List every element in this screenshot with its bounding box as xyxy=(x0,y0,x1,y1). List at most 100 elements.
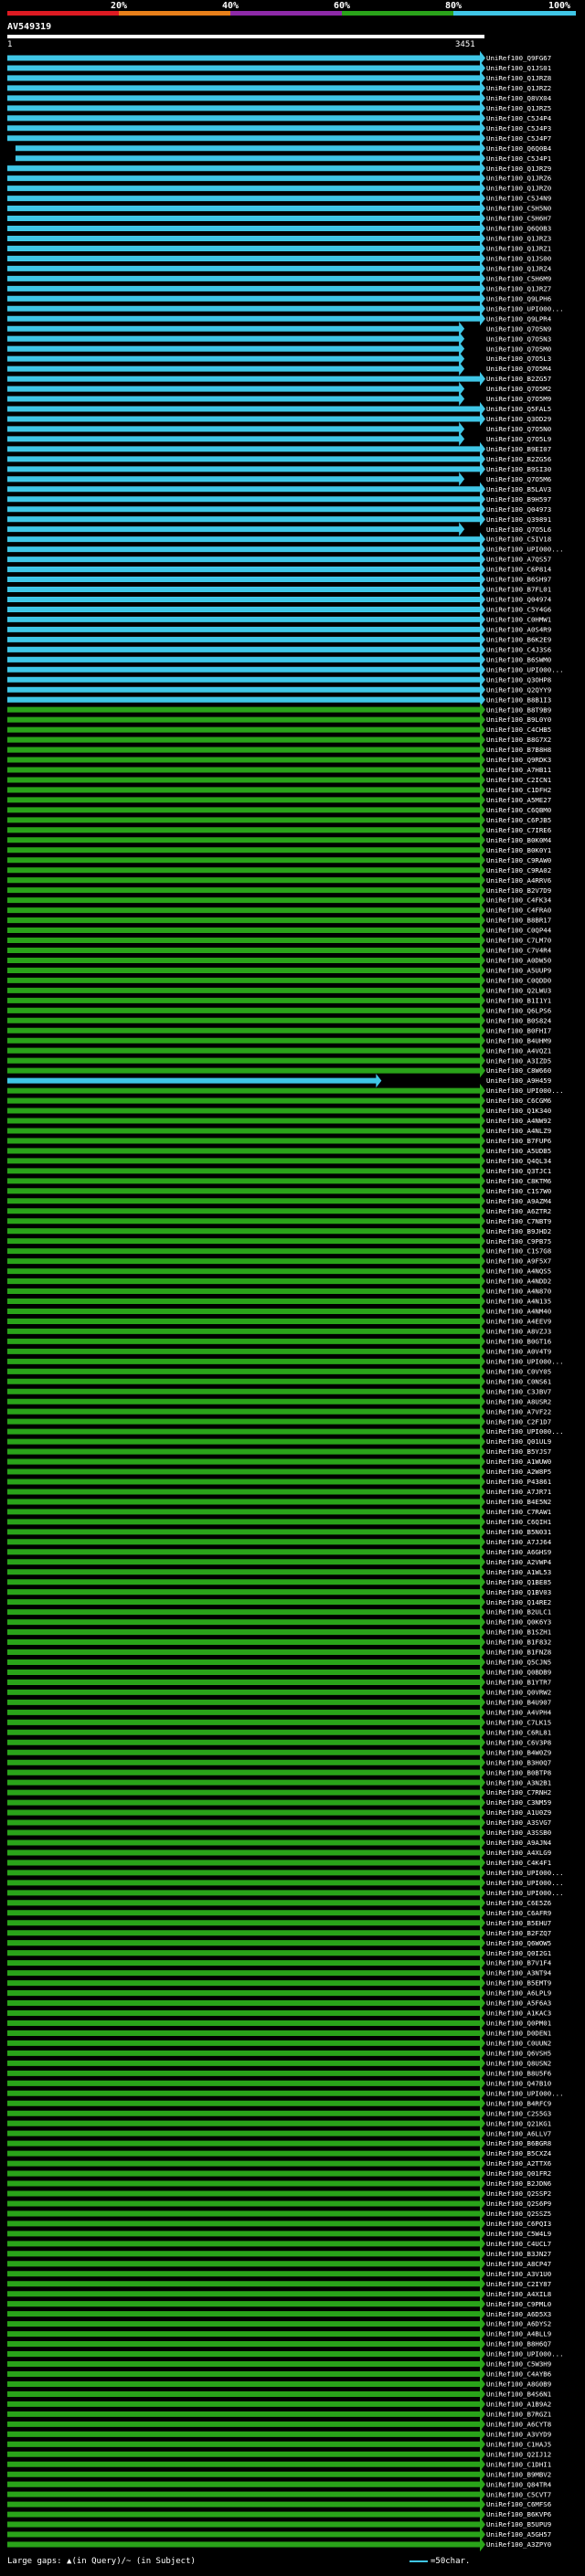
hit-label[interactable]: UniRef100_C7NBT9 xyxy=(486,1217,551,1225)
hit-label[interactable]: UniRef100_B6K2E9 xyxy=(486,635,551,643)
hit-label[interactable]: UniRef100_B5N031 xyxy=(486,1528,551,1536)
hit-label[interactable]: UniRef100_C9PB75 xyxy=(486,1237,551,1246)
hit-label[interactable]: UniRef100_C9RA02 xyxy=(486,866,551,875)
hit-label[interactable]: UniRef100_A4VPH4 xyxy=(486,1708,552,1716)
hit-label[interactable]: UniRef100_C5IV18 xyxy=(486,535,551,544)
hit-label[interactable]: UniRef100_UPI000... xyxy=(486,1427,564,1436)
hit-label[interactable]: UniRef100_Q04973 xyxy=(486,505,551,514)
hit-label[interactable]: UniRef100_Q1JS01 xyxy=(486,64,551,72)
hit-label[interactable]: UniRef100_B5EHU7 xyxy=(486,1919,551,1927)
hit-label[interactable]: UniRef100_B4RFC9 xyxy=(486,2099,551,2107)
hit-label[interactable]: UniRef100_B0K0Y1 xyxy=(486,846,551,854)
hit-label[interactable]: UniRef100_A6ZTR2 xyxy=(486,1207,551,1215)
hit-label[interactable]: UniRef100_A3VYD9 xyxy=(486,2430,551,2438)
hit-label[interactable]: UniRef100_Q8VX04 xyxy=(486,94,552,102)
hit-label[interactable]: UniRef100_C9PML0 xyxy=(486,2300,551,2308)
hit-label[interactable]: UniRef100_C5J4P3 xyxy=(486,124,551,133)
hit-label[interactable]: UniRef100_A3NT94 xyxy=(486,1969,552,1977)
hit-label[interactable]: UniRef100_C0UUN2 xyxy=(486,2040,551,2048)
hit-label[interactable]: UniRef100_Q1JRZ1 xyxy=(486,245,551,253)
hit-label[interactable]: UniRef100_C5J4N9 xyxy=(486,195,551,203)
hit-label[interactable]: UniRef100_Q7O5N0 xyxy=(486,425,551,433)
hit-label[interactable]: UniRef100_A4NW92 xyxy=(486,1117,551,1125)
hit-label[interactable]: UniRef100_A1B9A2 xyxy=(486,2401,551,2409)
hit-label[interactable]: UniRef100_Q7O5L6 xyxy=(486,525,551,534)
hit-label[interactable]: UniRef100_B1SZH1 xyxy=(486,1628,551,1637)
hit-label[interactable]: UniRef100_Q84TR4 xyxy=(486,2480,552,2488)
hit-label[interactable]: UniRef100_C3NM59 xyxy=(486,1798,551,1807)
hit-label[interactable]: UniRef100_C4K4F1 xyxy=(486,1859,551,1867)
hit-label[interactable]: UniRef100_B2ULC1 xyxy=(486,1608,551,1617)
hit-label[interactable]: UniRef100_B2ZG57 xyxy=(486,375,551,383)
hit-label[interactable]: UniRef100_C0HMW1 xyxy=(486,616,551,624)
hit-label[interactable]: UniRef100_Q7O5M4 xyxy=(486,365,552,373)
hit-label[interactable]: UniRef100_Q0PM01 xyxy=(486,2019,551,2028)
hit-label[interactable]: UniRef100_Q2IJ12 xyxy=(486,2450,551,2458)
hit-label[interactable]: UniRef100_Q6Q0B4 xyxy=(486,144,552,153)
hit-label[interactable]: UniRef100_A1WL53 xyxy=(486,1568,551,1576)
hit-label[interactable]: UniRef100_C4AYB6 xyxy=(486,2370,551,2379)
hit-label[interactable]: UniRef100_A9AZM4 xyxy=(486,1197,552,1205)
hit-label[interactable]: UniRef100_Q2SSP2 xyxy=(486,2189,551,2198)
hit-label[interactable]: UniRef100_C4FK34 xyxy=(486,896,552,905)
hit-label[interactable]: UniRef100_A4N135 xyxy=(486,1298,551,1306)
hit-label[interactable]: UniRef100_P43861 xyxy=(486,1478,551,1486)
hit-label[interactable]: UniRef100_C5H6M9 xyxy=(486,274,551,282)
hit-label[interactable]: UniRef100_UPI000... xyxy=(486,665,564,673)
hit-label[interactable]: UniRef100_C8KTM6 xyxy=(486,1177,551,1185)
hit-label[interactable]: UniRef100_Q0VRW2 xyxy=(486,1689,551,1697)
hit-label[interactable]: UniRef100_Q01FR2 xyxy=(486,2169,551,2178)
hit-label[interactable]: UniRef100_C5W3H9 xyxy=(486,2360,551,2369)
hit-label[interactable]: UniRef100_B8U5F6 xyxy=(486,2069,551,2077)
hit-label[interactable]: UniRef100_A4NDD2 xyxy=(486,1277,551,1286)
hit-label[interactable]: UniRef100_A4XLG9 xyxy=(486,1849,551,1857)
hit-label[interactable]: UniRef100_UPI000... xyxy=(486,1357,564,1365)
hit-label[interactable]: UniRef100_A9AJN4 xyxy=(486,1839,552,1847)
hit-label[interactable]: UniRef100_UPI000... xyxy=(486,2089,564,2097)
hit-label[interactable]: UniRef100_Q1JRZ6 xyxy=(486,175,551,183)
hit-label[interactable]: UniRef100_A6CYT8 xyxy=(486,2420,551,2428)
hit-label[interactable]: UniRef100_A6LPL9 xyxy=(486,1989,551,1998)
hit-label[interactable]: UniRef100_B5LAV3 xyxy=(486,485,551,493)
hit-label[interactable]: UniRef100_C1DHI1 xyxy=(486,2460,551,2468)
hit-label[interactable]: UniRef100_B0GT16 xyxy=(486,1337,551,1345)
hit-label[interactable]: UniRef100_A3N2B1 xyxy=(486,1778,551,1786)
hit-label[interactable]: UniRef100_B8T9B9 xyxy=(486,705,551,714)
hit-label[interactable]: UniRef100_C6MFS6 xyxy=(486,2500,551,2508)
hit-label[interactable]: UniRef100_Q9FG67 xyxy=(486,54,551,62)
hit-label[interactable]: UniRef100_A6DYS2 xyxy=(486,2320,551,2328)
hit-label[interactable]: UniRef100_Q1JS00 xyxy=(486,255,551,263)
hit-label[interactable]: UniRef100_B9SI30 xyxy=(486,465,551,473)
hit-label[interactable]: UniRef100_Q8USN2 xyxy=(486,2059,551,2067)
hit-label[interactable]: UniRef100_B1I1Y1 xyxy=(486,996,551,1004)
hit-label[interactable]: UniRef100_Q6WOW5 xyxy=(486,1939,551,1947)
hit-label[interactable]: UniRef100_A3IZD5 xyxy=(486,1056,551,1065)
hit-label[interactable]: UniRef100_Q1JRZ5 xyxy=(486,104,551,112)
hit-label[interactable]: UniRef100_C0VY05 xyxy=(486,1367,551,1375)
hit-label[interactable]: UniRef100_Q7O5M0 xyxy=(486,345,551,353)
hit-label[interactable]: UniRef100_A1WUW0 xyxy=(486,1458,551,1466)
hit-label[interactable]: UniRef100_A8G0B9 xyxy=(486,2380,551,2389)
hit-label[interactable]: UniRef100_C5J4P1 xyxy=(486,154,551,163)
hit-label[interactable]: UniRef100_A4NM40 xyxy=(486,1308,551,1316)
hit-label[interactable]: UniRef100_Q9LPR4 xyxy=(486,314,552,323)
hit-label[interactable]: UniRef100_C2IY87 xyxy=(486,2280,551,2288)
hit-label[interactable]: UniRef100_C6PQI3 xyxy=(486,2220,551,2228)
hit-label[interactable]: UniRef100_B9JHD2 xyxy=(486,1227,551,1235)
hit-label[interactable]: UniRef100_C4FRA0 xyxy=(486,906,551,915)
hit-label[interactable]: UniRef100_B6BGR8 xyxy=(486,2139,551,2147)
hit-label[interactable]: UniRef100_A4NLZ9 xyxy=(486,1127,551,1135)
hit-label[interactable]: UniRef100_B2V7D9 xyxy=(486,886,551,895)
hit-label[interactable]: UniRef100_Q14RE2 xyxy=(486,1598,551,1606)
hit-label[interactable]: UniRef100_B9L0Y0 xyxy=(486,716,551,724)
hit-label[interactable]: UniRef100_C7LM70 xyxy=(486,937,551,945)
hit-label[interactable]: UniRef100_C0QP44 xyxy=(486,927,552,935)
hit-label[interactable]: UniRef100_A4XIL8 xyxy=(486,2290,551,2298)
hit-label[interactable]: UniRef100_B6KVP6 xyxy=(486,2510,551,2518)
hit-label[interactable]: UniRef100_A9H459 xyxy=(486,1076,551,1085)
hit-label[interactable]: UniRef100_C6CGM6 xyxy=(486,1097,551,1105)
hit-label[interactable]: UniRef100_A5GH57 xyxy=(486,2530,551,2539)
hit-label[interactable]: UniRef100_B1FNZ8 xyxy=(486,1648,551,1657)
hit-label[interactable]: UniRef100_Q04974 xyxy=(486,596,552,604)
hit-label[interactable]: UniRef100_Q6Q0B3 xyxy=(486,225,551,233)
